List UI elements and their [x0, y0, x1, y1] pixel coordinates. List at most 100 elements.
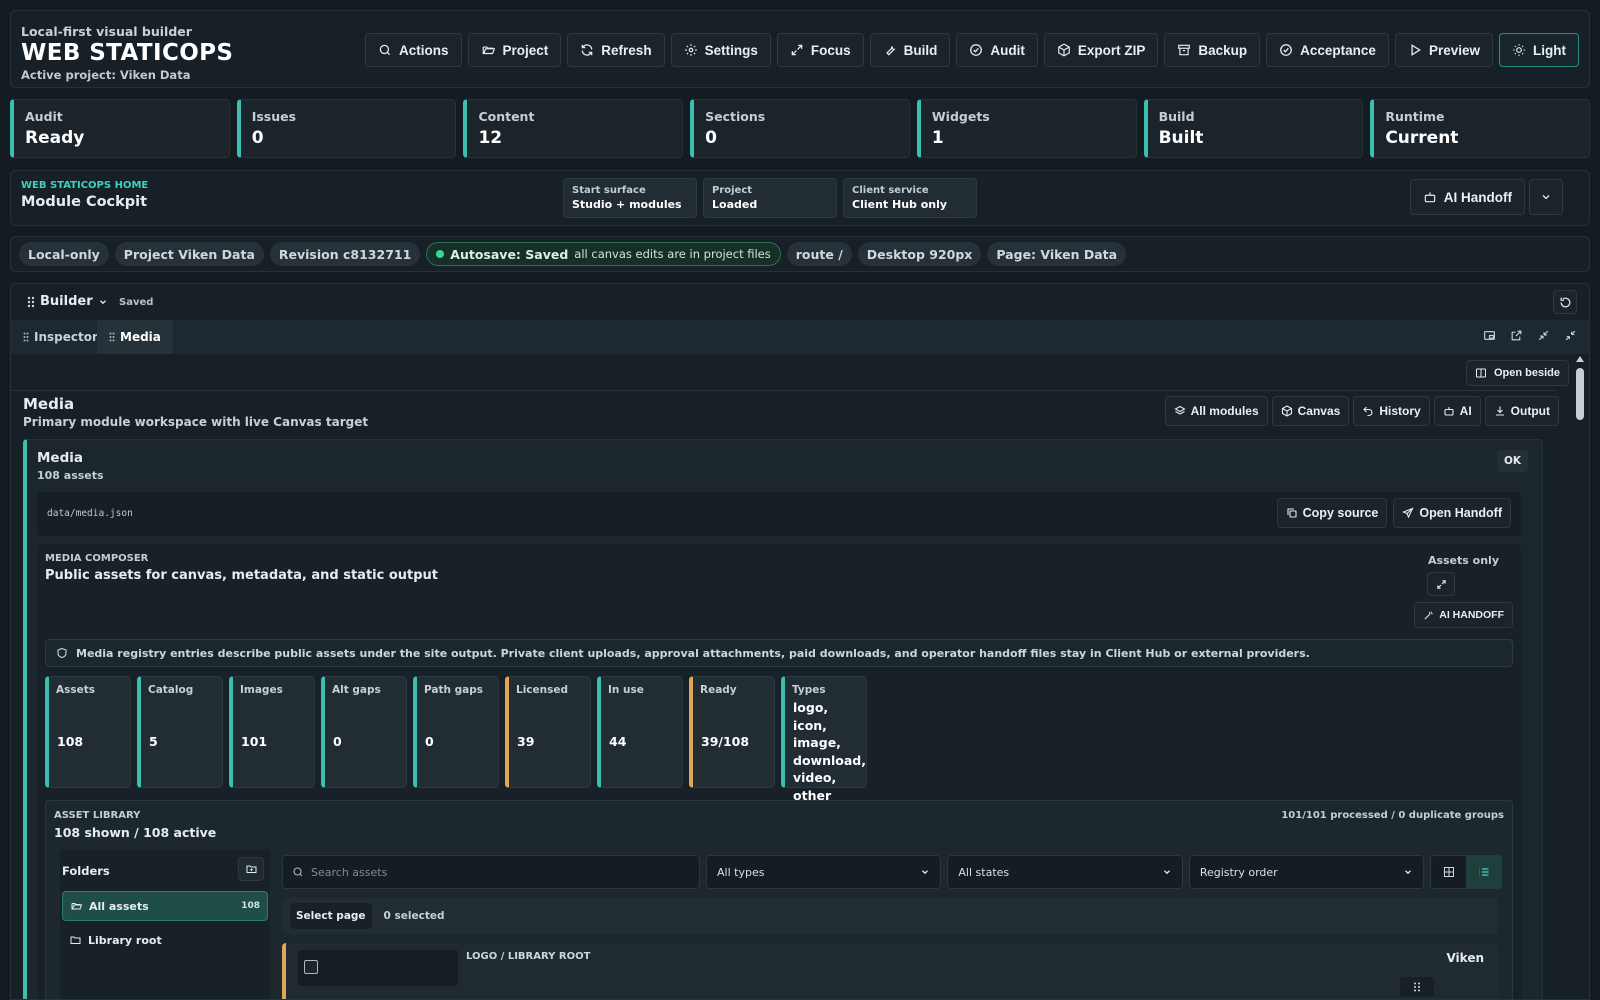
builder-toolbar: Builder Saved — [11, 284, 1589, 320]
stat-images: Images 101 — [229, 676, 315, 788]
stat-label: Images — [240, 684, 283, 696]
folder-library-root[interactable]: Library root — [62, 925, 268, 955]
composer-ai-handoff-label: AI HANDOFF — [1439, 609, 1504, 621]
refresh-button[interactable]: Refresh — [567, 33, 665, 67]
search-input[interactable] — [311, 865, 690, 879]
settings-button[interactable]: Settings — [670, 33, 771, 67]
copy-icon — [1286, 507, 1298, 519]
project-card: Project Loaded — [703, 178, 837, 218]
stat-path-gaps: Path gaps 0 — [413, 676, 499, 788]
state-filter-select[interactable]: All states — [947, 855, 1183, 889]
chevron-down-icon — [920, 867, 930, 877]
stat-label: In use — [608, 684, 644, 696]
type-filter-value: All types — [717, 865, 765, 879]
history-button[interactable]: History — [1353, 396, 1430, 426]
copy-source-button[interactable]: Copy source — [1276, 498, 1388, 528]
scrollbar-thumb[interactable] — [1576, 368, 1584, 420]
drag-handle-icon — [27, 296, 35, 308]
tab-inspector-label: Inspector — [34, 330, 98, 344]
columns-icon — [1475, 367, 1487, 379]
acceptance-button[interactable]: Acceptance — [1266, 33, 1389, 67]
active-project-label: Active project: Viken Data — [21, 68, 191, 82]
builder-scrollbar[interactable] — [1573, 354, 1587, 999]
tab-media[interactable]: Media — [97, 320, 173, 354]
page-chip[interactable]: Page: Viken Data — [987, 242, 1127, 266]
builder-menu[interactable]: Builder — [27, 294, 108, 309]
list-view-button[interactable] — [1466, 856, 1502, 888]
stat-value: 108 — [57, 734, 84, 749]
stat-value: 5 — [149, 734, 158, 749]
refresh-button-label: Refresh — [601, 42, 652, 58]
composer-ai-handoff-button[interactable]: AI HANDOFF — [1414, 602, 1513, 628]
composer-eyebrow: MEDIA COMPOSER — [45, 553, 149, 564]
grid-view-button[interactable] — [1431, 856, 1466, 888]
focus-button-label: Focus — [810, 42, 851, 58]
refresh-icon — [580, 43, 594, 57]
acceptance-button-label: Acceptance — [1300, 42, 1376, 58]
open-beside-label: Open beside — [1493, 367, 1560, 379]
type-filter-select[interactable]: All types — [706, 855, 942, 889]
chevron-down-icon — [98, 297, 108, 307]
sort-select[interactable]: Registry order — [1188, 855, 1425, 889]
drag-handle[interactable] — [1400, 977, 1434, 997]
minimize-icon[interactable] — [1537, 329, 1550, 342]
external-link-icon[interactable] — [1510, 329, 1523, 342]
preview-button[interactable]: Preview — [1394, 33, 1493, 67]
divider — [11, 390, 1556, 391]
client-service-card: Client service Client Hub only — [843, 178, 977, 218]
package-icon — [1057, 43, 1071, 57]
backup-button[interactable]: Backup — [1164, 33, 1261, 67]
expand-composer-button[interactable] — [1427, 572, 1455, 596]
project-chip[interactable]: Project Viken Data — [114, 242, 264, 266]
reset-layout-button[interactable] — [1553, 290, 1577, 314]
light-theme-button[interactable]: Light — [1499, 33, 1579, 67]
asset-name: Viken — [1446, 951, 1484, 965]
cockpit-expand-button[interactable] — [1529, 179, 1563, 215]
wrench-icon — [883, 43, 897, 57]
light-theme-button-label: Light — [1533, 42, 1566, 58]
route-chip[interactable]: route / — [786, 242, 852, 266]
ai-handoff-button[interactable]: AI Handoff — [1409, 179, 1525, 215]
copy-source-label: Copy source — [1302, 506, 1379, 520]
stat-assets: Assets 108 — [45, 676, 131, 788]
magic-wand-icon — [1423, 610, 1434, 621]
open-beside-button[interactable]: Open beside — [1465, 360, 1569, 386]
metric-label: Content — [478, 109, 535, 124]
cockpit-cards: Start surface Studio + modules Project Loa… — [563, 178, 977, 218]
stat-alt-gaps: Alt gaps 0 — [321, 676, 407, 788]
build-button[interactable]: Build — [869, 33, 951, 67]
undo-icon — [1362, 405, 1374, 417]
preview-button-label: Preview — [1428, 42, 1480, 58]
metric-runtime: Runtime Current — [1370, 99, 1591, 158]
asset-select-checkbox[interactable] — [304, 960, 318, 974]
collapse-icon[interactable] — [1564, 329, 1577, 342]
module-subtitle: Primary module workspace with live Canva… — [23, 415, 369, 429]
folder-all-assets[interactable]: All assets 108 — [62, 891, 268, 921]
table-row[interactable]: LOGO / LIBRARY ROOT Viken — [282, 943, 1498, 999]
metric-value: Built — [1158, 128, 1204, 148]
stat-licensed: Licensed 39 — [505, 676, 591, 788]
builder-tabs: Inspector Media — [11, 320, 1589, 354]
app-header: Local-first visual builder WEB STATICOPS… — [10, 10, 1590, 88]
tab-inspector[interactable]: Inspector — [11, 320, 110, 354]
all-modules-button[interactable]: All modules — [1164, 396, 1268, 426]
ai-button[interactable]: AI — [1433, 396, 1481, 426]
folder-plus-icon — [245, 863, 258, 875]
new-folder-button[interactable] — [238, 857, 264, 881]
output-button[interactable]: Output — [1484, 396, 1559, 426]
stat-label: Path gaps — [424, 684, 484, 696]
builder-save-status: Saved — [119, 297, 154, 308]
picture-in-picture-icon[interactable] — [1483, 329, 1496, 342]
scroll-up-icon[interactable] — [1576, 356, 1584, 362]
select-page-button[interactable]: Select page — [290, 903, 372, 929]
export-zip-button[interactable]: Export ZIP — [1043, 33, 1159, 67]
open-handoff-button[interactable]: Open Handoff — [1393, 498, 1511, 528]
audit-button[interactable]: Audit — [956, 33, 1038, 67]
project-button[interactable]: Project — [467, 33, 562, 67]
media-asset-count: 108 assets — [37, 469, 104, 482]
viewport-chip[interactable]: Desktop 920px — [857, 242, 982, 266]
focus-button[interactable]: Focus — [776, 33, 864, 67]
canvas-button[interactable]: Canvas — [1271, 396, 1350, 426]
stat-value: 44 — [609, 734, 627, 749]
actions-button[interactable]: Actions — [365, 33, 462, 67]
